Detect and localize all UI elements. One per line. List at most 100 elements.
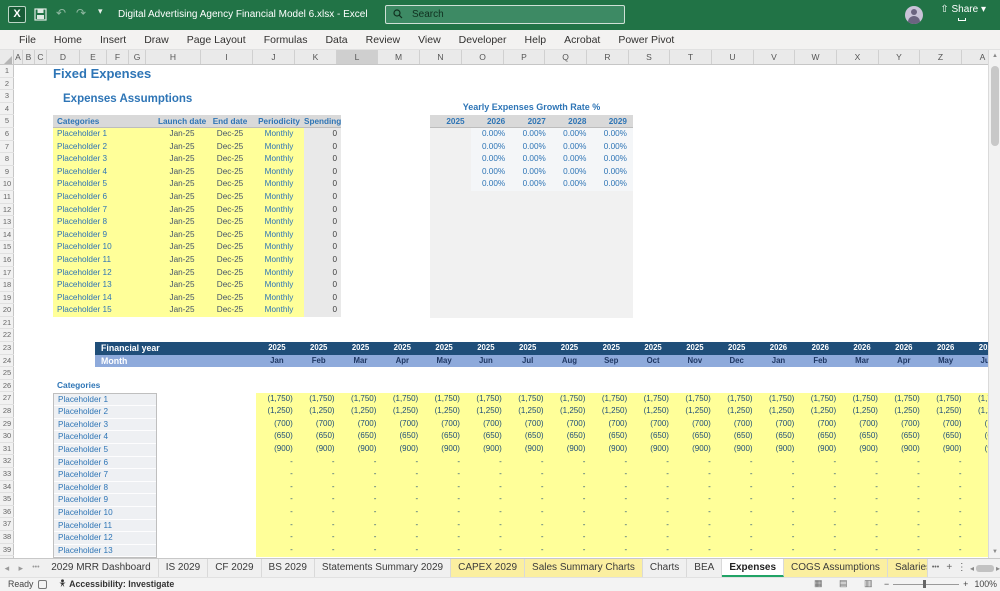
column-header-r[interactable]: R	[587, 50, 629, 65]
value-row[interactable]: ------------------	[256, 506, 1000, 519]
column-header-t[interactable]: T	[670, 50, 712, 65]
column-header-i[interactable]: I	[201, 50, 253, 65]
category-list-item[interactable]: Placeholder 10	[54, 507, 156, 520]
row-header-10[interactable]: 10	[0, 178, 14, 191]
column-header-f[interactable]: F	[107, 50, 129, 65]
menu-tab-insert[interactable]: Insert	[91, 30, 135, 50]
row-header-18[interactable]: 18	[0, 279, 14, 292]
row-header-29[interactable]: 29	[0, 418, 14, 431]
assumptions-row[interactable]: Placeholder 12Jan-25Dec-25Monthly0	[53, 267, 341, 280]
vertical-scrollbar[interactable]: ▲ ▼	[988, 50, 1000, 558]
growth-row[interactable]: 0.00%0.00%0.00%0.00%	[430, 166, 633, 179]
menu-tab-page-layout[interactable]: Page Layout	[178, 30, 255, 50]
sheet-tab-bs-2029[interactable]: BS 2029	[262, 559, 315, 577]
category-list-item[interactable]: Placeholder 9	[54, 494, 156, 507]
value-row[interactable]: (900)(900)(900)(900)(900)(900)(900)(900)…	[256, 443, 1000, 456]
horizontal-scrollbar[interactable]: ◂ ▸	[970, 559, 1000, 577]
row-header-24[interactable]: 24	[0, 355, 14, 368]
tab-overflow-left-icon[interactable]: •••	[28, 559, 45, 577]
assumptions-row[interactable]: Placeholder 3Jan-25Dec-25Monthly0	[53, 153, 341, 166]
row-header-37[interactable]: 37	[0, 518, 14, 531]
menu-tab-acrobat[interactable]: Acrobat	[555, 30, 609, 50]
sheet-tab-2029-mrr-dashboard[interactable]: 2029 MRR Dashboard	[44, 559, 159, 577]
select-all-corner[interactable]	[0, 50, 14, 65]
row-header-15[interactable]: 15	[0, 241, 14, 254]
menu-tab-review[interactable]: Review	[357, 30, 409, 50]
qat-dropdown-icon[interactable]: ▾	[98, 6, 103, 17]
zoom-out-icon[interactable]: −	[884, 579, 889, 589]
menu-tab-data[interactable]: Data	[316, 30, 356, 50]
row-header-5[interactable]: 5	[0, 115, 14, 128]
avatar[interactable]	[905, 6, 923, 24]
row-header-2[interactable]: 2	[0, 78, 14, 91]
column-header-h[interactable]: H	[146, 50, 201, 65]
assumptions-row[interactable]: Placeholder 7Jan-25Dec-25Monthly0	[53, 204, 341, 217]
row-header-13[interactable]: 13	[0, 216, 14, 229]
row-header-9[interactable]: 9	[0, 166, 14, 179]
category-list-item[interactable]: Placeholder 13	[54, 545, 156, 558]
sheet-tab-cogs-assumptions[interactable]: COGS Assumptions	[784, 559, 888, 577]
column-header-z[interactable]: Z	[920, 50, 962, 65]
save-icon[interactable]	[34, 8, 47, 21]
row-header-38[interactable]: 38	[0, 531, 14, 544]
macro-record-icon[interactable]	[38, 580, 47, 589]
column-header-l[interactable]: L	[337, 50, 378, 65]
row-header-23[interactable]: 23	[0, 342, 14, 355]
assumptions-row[interactable]: Placeholder 13Jan-25Dec-25Monthly0	[53, 279, 341, 292]
assumptions-row[interactable]: Placeholder 10Jan-25Dec-25Monthly0	[53, 241, 341, 254]
excel-app-icon[interactable]: X	[8, 6, 26, 23]
column-header-b[interactable]: B	[23, 50, 35, 65]
category-list-item[interactable]: Placeholder 1	[54, 394, 156, 407]
column-header-p[interactable]: P	[504, 50, 545, 65]
menu-tab-help[interactable]: Help	[516, 30, 556, 50]
value-row[interactable]: (1,250)(1,250)(1,250)(1,250)(1,250)(1,25…	[256, 405, 1000, 418]
category-list-item[interactable]: Placeholder 2	[54, 406, 156, 419]
row-header-11[interactable]: 11	[0, 191, 14, 204]
category-list-item[interactable]: Placeholder 8	[54, 482, 156, 495]
assumptions-row[interactable]: Placeholder 4Jan-25Dec-25Monthly0	[53, 166, 341, 179]
growth-row[interactable]: 0.00%0.00%0.00%0.00%	[430, 128, 633, 141]
column-header-j[interactable]: J	[253, 50, 295, 65]
category-list-item[interactable]: Placeholder 4	[54, 431, 156, 444]
growth-row[interactable]: 0.00%0.00%0.00%0.00%	[430, 178, 633, 191]
column-header-n[interactable]: N	[420, 50, 462, 65]
column-header-s[interactable]: S	[629, 50, 670, 65]
row-header-27[interactable]: 27	[0, 392, 14, 405]
value-row[interactable]: ------------------	[256, 531, 1000, 544]
tab-list-icon[interactable]: ⋮	[956, 559, 968, 577]
menu-tab-draw[interactable]: Draw	[135, 30, 178, 50]
category-list-item[interactable]: Placeholder 3	[54, 419, 156, 432]
new-sheet-button[interactable]: +	[943, 559, 955, 577]
category-list-item[interactable]: Placeholder 6	[54, 457, 156, 470]
row-header-25[interactable]: 25	[0, 367, 14, 380]
vertical-scrollbar-thumb[interactable]	[991, 66, 999, 146]
row-header-3[interactable]: 3	[0, 90, 14, 103]
row-header-21[interactable]: 21	[0, 317, 14, 330]
value-row[interactable]: ------------------	[256, 468, 1000, 481]
row-header-17[interactable]: 17	[0, 267, 14, 280]
sheet-tab-capex-2029[interactable]: CAPEX 2029	[451, 559, 525, 577]
category-list-item[interactable]: Placeholder 11	[54, 520, 156, 533]
growth-row[interactable]: 0.00%0.00%0.00%0.00%	[430, 141, 633, 154]
sheet-tab-cf-2029[interactable]: CF 2029	[208, 559, 261, 577]
menu-tab-power-pivot[interactable]: Power Pivot	[609, 30, 683, 50]
menu-tab-formulas[interactable]: Formulas	[255, 30, 317, 50]
row-header-20[interactable]: 20	[0, 304, 14, 317]
row-header-4[interactable]: 4	[0, 103, 14, 116]
category-list-item[interactable]: Placeholder 7	[54, 469, 156, 482]
category-list-item[interactable]: Placeholder 5	[54, 444, 156, 457]
tab-scroll-right-icon[interactable]: ▸	[14, 559, 28, 577]
row-header-39[interactable]: 39	[0, 544, 14, 557]
sheet-tab-sales-summary-charts[interactable]: Sales Summary Charts	[525, 559, 643, 577]
value-row[interactable]: ------------------	[256, 519, 1000, 532]
sheet-tab-bea[interactable]: BEA	[687, 559, 722, 577]
category-list-item[interactable]: Placeholder 12	[54, 532, 156, 545]
row-header-33[interactable]: 33	[0, 468, 14, 481]
assumptions-row[interactable]: Placeholder 1Jan-25Dec-25Monthly0	[53, 128, 341, 141]
column-header-d[interactable]: D	[47, 50, 80, 65]
row-header-26[interactable]: 26	[0, 380, 14, 393]
row-header-12[interactable]: 12	[0, 204, 14, 217]
sheet-tab-salaries[interactable]: Salaries	[888, 559, 928, 577]
column-header-q[interactable]: Q	[545, 50, 587, 65]
column-header-k[interactable]: K	[295, 50, 337, 65]
